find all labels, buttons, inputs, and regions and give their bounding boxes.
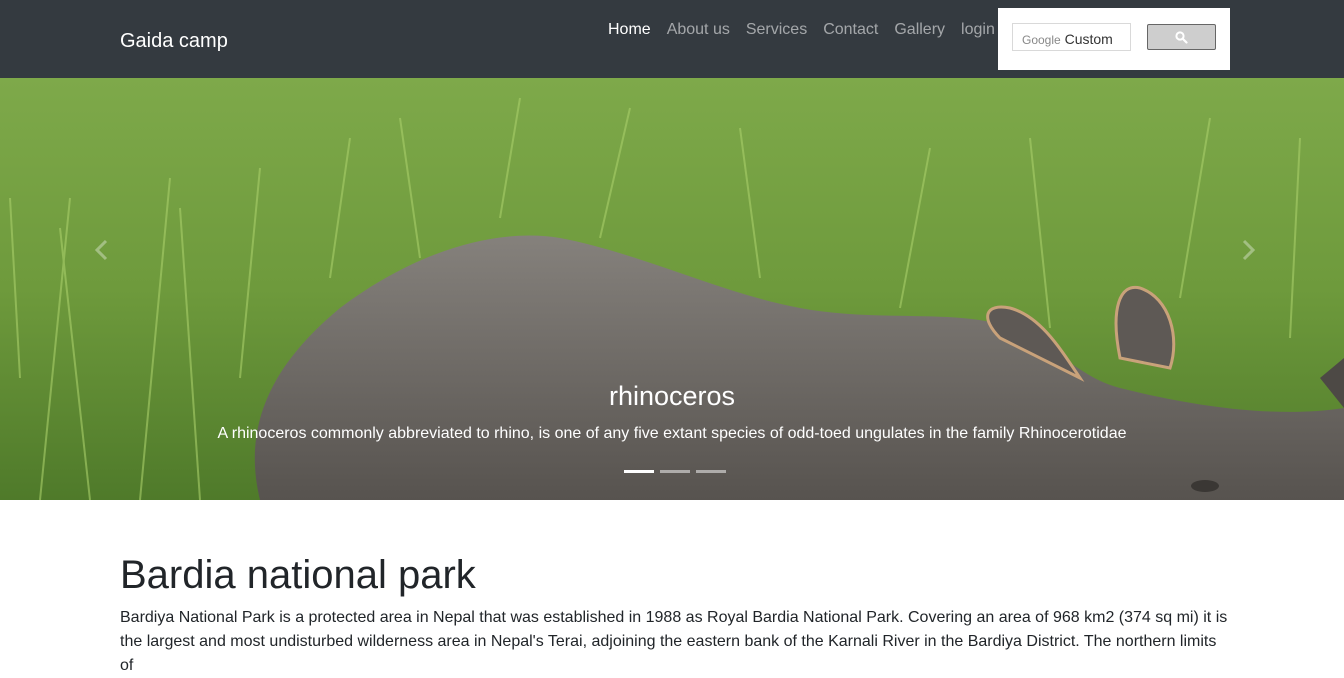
carousel-indicator-1[interactable] xyxy=(624,470,654,473)
google-watermark: Google xyxy=(1022,33,1061,47)
search-button[interactable] xyxy=(1147,24,1216,50)
search-icon xyxy=(1175,30,1188,44)
intro-paragraph: Bardiya National Park is a protected are… xyxy=(120,609,1228,674)
nav-login[interactable]: login xyxy=(961,19,995,41)
search-input[interactable]: Google Custom xyxy=(1012,23,1131,51)
chevron-right-icon[interactable] xyxy=(1236,238,1260,262)
nav-contact[interactable]: Contact xyxy=(823,19,878,41)
carousel-caption-text: A rhinoceros commonly abbreviated to rhi… xyxy=(217,425,1127,442)
carousel-indicators xyxy=(624,470,732,473)
chevron-left-icon[interactable] xyxy=(90,238,114,262)
main-nav: Home About us Services Contact Gallery l… xyxy=(608,19,1011,41)
nav-about-us[interactable]: About us xyxy=(667,19,730,41)
nav-gallery[interactable]: Gallery xyxy=(894,19,945,41)
nav-home[interactable]: Home xyxy=(608,19,651,41)
carousel-indicator-2[interactable] xyxy=(660,470,690,473)
brand-logo-text[interactable]: Gaida camp xyxy=(120,28,228,54)
page-title: Bardia national park xyxy=(120,553,476,597)
carousel-indicator-3[interactable] xyxy=(696,470,726,473)
google-search-box: Google Custom xyxy=(998,8,1230,70)
hero-carousel: rhinoceros A rhinoceros commonly abbrevi… xyxy=(0,78,1344,500)
navbar: Gaida camp Home About us Services Contac… xyxy=(0,0,1344,78)
carousel-caption-title: rhinoceros xyxy=(608,381,736,411)
nav-services[interactable]: Services xyxy=(746,19,807,41)
search-placeholder: Custom xyxy=(1064,31,1113,47)
